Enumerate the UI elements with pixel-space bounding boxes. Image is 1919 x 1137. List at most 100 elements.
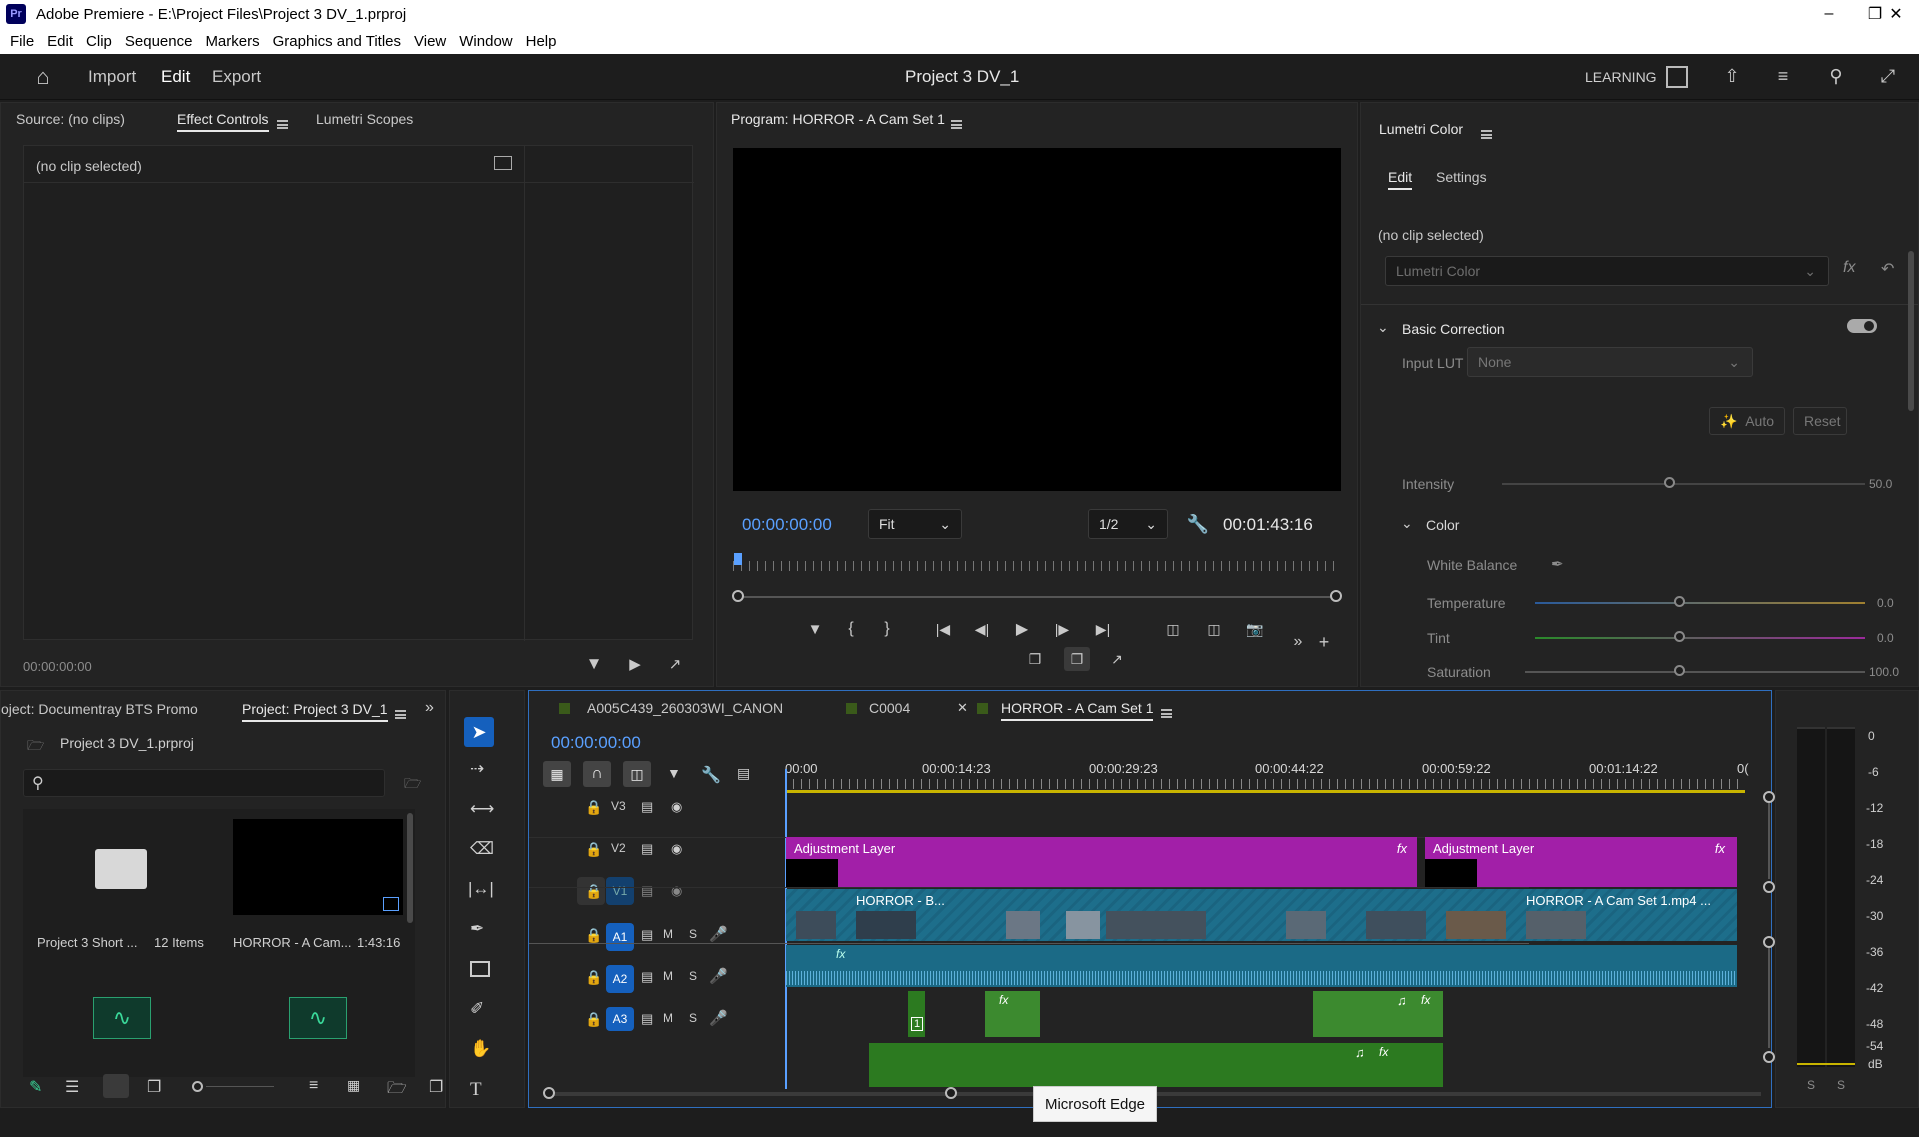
new-bin-icon[interactable]: 🗁 [387,1077,407,1104]
solo-a2[interactable]: S [689,969,697,983]
a2-audio-clip[interactable]: fx [985,991,1040,1037]
filter-icon[interactable]: ▼ [584,654,604,674]
temperature-slider[interactable] [1535,602,1865,604]
learning-workspace[interactable]: LEARNING [1585,69,1657,85]
timeline-timecode[interactable]: 00:00:00:00 [551,733,641,753]
zoom-handle-left[interactable] [732,590,744,602]
panel-menu-icon[interactable] [951,119,962,129]
project-search-input[interactable]: ⚲ [23,769,385,797]
button-editor-icon[interactable]: + [1315,632,1333,652]
sync-lock-icon[interactable]: ▤ [641,799,653,815]
video-scroll-handle[interactable] [1763,881,1775,893]
automate-icon[interactable]: ▦ [347,1077,360,1094]
add-marker-icon[interactable]: ▼ [805,619,825,639]
time-ruler[interactable] [733,555,1341,575]
eyedropper-icon[interactable]: ✒ [1551,555,1564,573]
intensity-slider[interactable] [1502,483,1865,485]
eye-icon[interactable]: ◉ [671,883,682,899]
ripple-edit-tool-icon[interactable]: ⟷ [470,799,494,819]
track-label-v2[interactable]: V2 [611,841,626,855]
panel-menu-icon[interactable] [277,119,288,129]
track-select-tool-icon[interactable]: ⇢ [470,759,484,779]
fx-icon[interactable]: fx [1843,259,1855,277]
thumbnail-size-slider[interactable] [206,1086,274,1087]
video-scroll-handle[interactable] [1763,791,1775,803]
a1-audio-clip[interactable]: fx [786,945,1737,987]
step-back-icon[interactable]: ◀| [972,619,992,639]
pen-tool-icon[interactable]: ✒ [470,919,484,939]
resolution-select[interactable]: 1/2 ⌄ [1088,509,1168,539]
icon-view-icon[interactable] [103,1074,129,1098]
saturation-value[interactable]: 100.0 [1869,665,1899,679]
fullscreen-icon[interactable]: ⤢ [1876,64,1900,88]
lock-icon[interactable]: 🔒 [585,883,602,900]
tab-project-documentary[interactable]: oject: Documentray BTS Promo [1,701,198,717]
rectangle-tool-icon[interactable] [470,961,490,977]
scrollbar[interactable] [1768,948,1770,1048]
home-icon[interactable]: ⌂ [30,64,56,90]
tab-project-current[interactable]: Project: Project 3 DV_1 [242,701,388,722]
insert-icon[interactable]: ◫ [1162,619,1184,639]
step-forward-icon[interactable]: |▶ [1052,619,1072,639]
scrollbar[interactable] [1908,251,1914,411]
remix-tool-icon[interactable]: ✐ [470,999,484,1019]
new-item-icon[interactable]: ❐ [429,1077,443,1097]
solo-right[interactable]: S [1837,1078,1845,1092]
panel-menu-icon[interactable] [395,709,406,719]
sync-lock-icon[interactable]: ▤ [641,927,653,943]
audio-scroll-handle[interactable] [1763,936,1775,948]
lift-icon[interactable]: ❐ [1024,649,1046,669]
sequence-thumbnail[interactable] [233,819,403,915]
tab-sequence-a005[interactable]: A005C439_260303WI_CANON [587,700,783,716]
timeline-zoom-right[interactable] [945,1087,957,1099]
work-area-bar[interactable] [785,790,1745,793]
tab-edit[interactable]: Edit [161,67,190,87]
close-icon[interactable]: ✕ [1873,0,1919,28]
playhead[interactable] [734,553,742,565]
solo-a3[interactable]: S [689,1011,697,1025]
sync-lock-icon[interactable]: ▤ [641,883,653,899]
scrollbar[interactable] [1768,803,1770,879]
tab-import[interactable]: Import [88,67,136,87]
tab-sequence-horror[interactable]: HORROR - A Cam Set 1 [1001,700,1154,721]
audio-clip-icon[interactable]: ∿ [93,997,151,1039]
lock-icon[interactable]: 🔒 [585,1011,602,1028]
export-frame-icon[interactable]: 📷 [1244,619,1266,639]
track-target-a1[interactable]: A1 [606,923,634,951]
new-bin-icon[interactable]: 🗁 [404,773,421,797]
mute-a3[interactable]: M [663,1011,673,1025]
play-audio-icon[interactable]: ▶ [625,654,645,674]
adjustment-layer-clip[interactable]: Adjustment Layer fx [786,837,1417,887]
reset-effect-icon[interactable]: ↶ [1881,259,1894,279]
a2-audio-clip[interactable]: ♫ fx [1313,991,1443,1037]
share-icon[interactable]: ⇧ [1720,64,1744,88]
linked-selection-icon[interactable]: ◫ [623,761,651,787]
temperature-handle[interactable] [1674,596,1685,607]
auto-button[interactable]: ✨ Auto [1709,407,1785,435]
menu-markers[interactable]: Markers [205,33,259,50]
more-controls-icon[interactable]: » [1289,633,1307,651]
menu-help[interactable]: Help [526,33,557,50]
go-to-in-icon[interactable]: |◀ [932,619,954,639]
menu-clip[interactable]: Clip [86,33,112,50]
tab-effect-controls[interactable]: Effect Controls [177,111,269,132]
snap-icon[interactable]: ∩ [583,761,611,787]
mark-in-icon[interactable]: { [841,619,861,639]
wrench-icon[interactable]: 🔧 [1187,513,1209,535]
track-target-a2[interactable]: A2 [606,965,634,993]
basic-correction-toggle[interactable] [1847,319,1877,333]
sync-lock-icon[interactable]: ▤ [641,841,653,857]
menu-edit[interactable]: Edit [47,33,73,50]
track-target-a3[interactable]: A3 [606,1007,634,1031]
lock-icon[interactable]: 🔒 [585,841,602,858]
menu-window[interactable]: Window [459,33,512,50]
close-tab-icon[interactable]: ✕ [957,700,968,716]
color-heading[interactable]: Color [1426,517,1459,533]
sync-lock-icon[interactable]: ▤ [641,969,653,985]
chevron-down-icon[interactable]: ⌄ [1377,319,1389,336]
chevron-down-icon[interactable]: ⌄ [1401,515,1413,532]
zoom-bar[interactable] [739,596,1339,598]
mute-a1[interactable]: M [663,927,673,941]
eye-icon[interactable]: ◉ [671,799,682,815]
progress-icon[interactable]: ≡ [1771,64,1795,88]
